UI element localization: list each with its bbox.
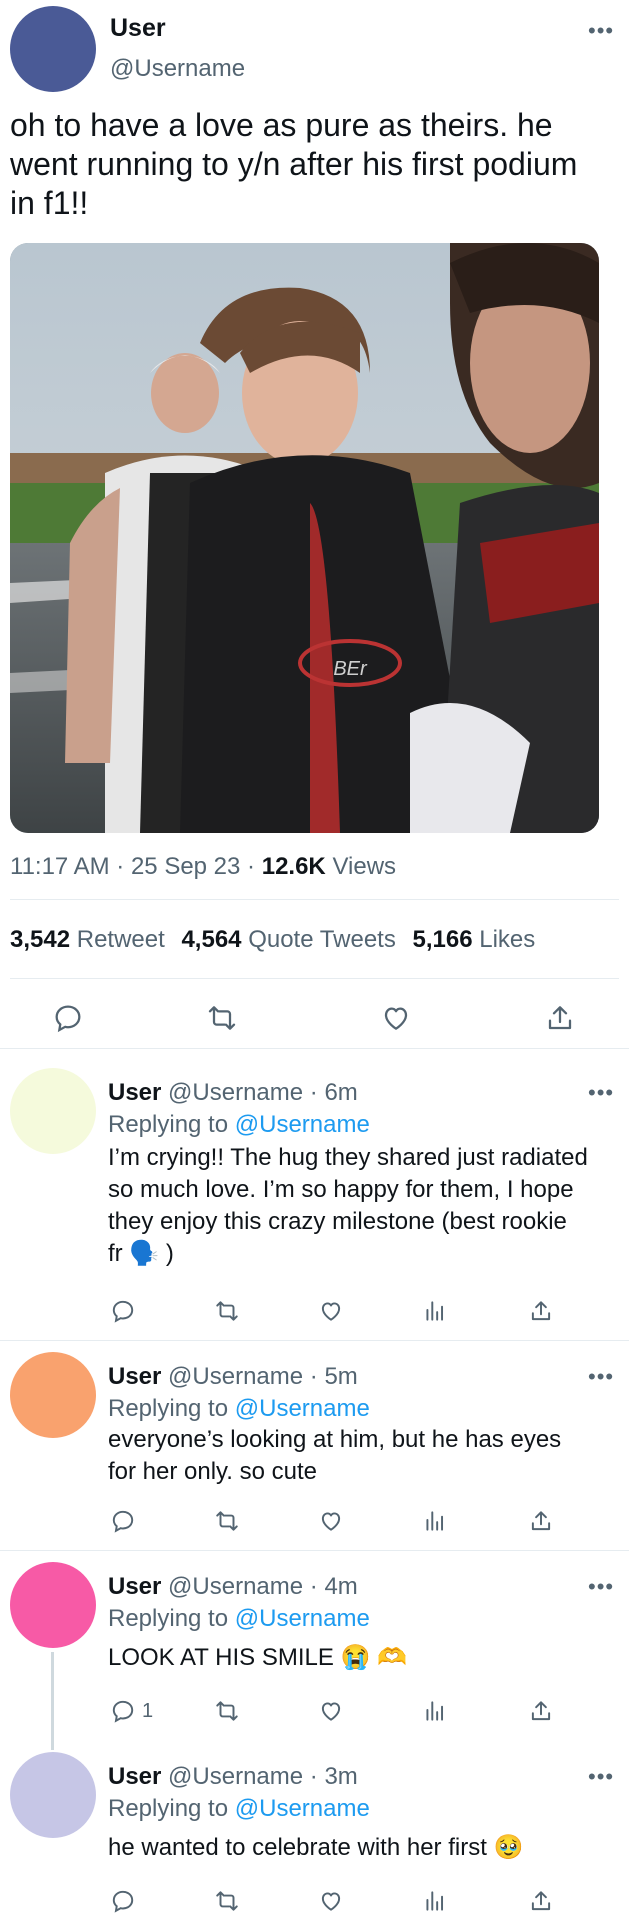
replying-to-label: Replying to (108, 1395, 229, 1422)
replying-to-line: Replying to @Username (108, 1794, 370, 1824)
quotes-label: Quote Tweets (248, 926, 396, 953)
reply-text: everyone’s looking at him, but he has ey… (108, 1426, 562, 1485)
divider (0, 1340, 629, 1341)
more-horizontal-icon[interactable]: ••• (588, 1082, 614, 1104)
views-label: Views (332, 853, 397, 880)
timestamp-text: 11:17 AM · 25 Sep 23 · (10, 853, 262, 880)
replying-to-line: Replying to @Username (108, 1604, 370, 1634)
replying-to-line: Replying to @Username (108, 1110, 370, 1140)
retweet-icon[interactable] (214, 1698, 240, 1724)
reply-avatar[interactable] (10, 1068, 96, 1154)
retweet-icon[interactable] (214, 1888, 240, 1914)
reply-avatar[interactable] (10, 1752, 96, 1838)
retweets-label: Retweet (76, 926, 165, 953)
retweet-icon[interactable] (214, 1508, 240, 1534)
heart-icon[interactable] (318, 1508, 344, 1534)
divider (10, 978, 619, 979)
main-display-name[interactable]: User (110, 14, 166, 43)
replying-to-line: Replying to @Username (108, 1394, 370, 1424)
photo-logo-text: BEr (333, 658, 368, 680)
replying-to-label: Replying to (108, 1605, 229, 1632)
retweets-count: 3,542 (10, 926, 71, 953)
tweet-text: oh to have a love as pure as theirs. he … (10, 107, 578, 221)
reply-text: LOOK AT HIS SMILE 😭 🫶 (108, 1644, 407, 1671)
reply-display-name[interactable]: User (108, 1573, 161, 1600)
more-horizontal-icon[interactable]: ••• (588, 20, 614, 42)
reply-handle[interactable]: @Username (168, 1763, 303, 1790)
replying-to-label: Replying to (108, 1795, 229, 1822)
quotes-stat[interactable]: 4,564 Quote Tweets (181, 926, 402, 953)
reply-text: he wanted to celebrate with her first 🥹 (108, 1834, 524, 1861)
heart-icon[interactable] (318, 1698, 344, 1724)
reply-header: User @Username · 5m (108, 1362, 358, 1392)
retweets-stat[interactable]: 3,542 Retweet (10, 926, 171, 953)
replying-to-handle[interactable]: @Username (235, 1605, 370, 1632)
replying-to-handle[interactable]: @Username (235, 1111, 370, 1138)
reply-display-name[interactable]: User (108, 1079, 161, 1106)
main-avatar[interactable] (10, 6, 96, 92)
tweet-stats: 3,542 Retweet 4,564 Quote Tweets 5,166 L… (10, 926, 535, 954)
heart-icon[interactable] (318, 1298, 344, 1324)
reply-handle[interactable]: @Username (168, 1363, 303, 1390)
reply-header: User @Username · 3m (108, 1762, 358, 1792)
reply-time[interactable]: · 3m (310, 1763, 358, 1790)
reply-bubble-icon[interactable] (110, 1698, 136, 1724)
share-icon[interactable] (544, 1002, 576, 1034)
divider (0, 1550, 629, 1551)
reply-time[interactable]: · 6m (310, 1079, 358, 1106)
views-bar-chart-icon[interactable] (422, 1298, 448, 1324)
more-horizontal-icon[interactable]: ••• (588, 1366, 614, 1388)
tweet-photo[interactable]: BEr (10, 243, 599, 833)
share-icon[interactable] (528, 1698, 554, 1724)
reply-bubble-icon[interactable] (110, 1298, 136, 1324)
reply-handle[interactable]: @Username (168, 1573, 303, 1600)
likes-label: Likes (479, 926, 536, 953)
tweet-timestamp[interactable]: 11:17 AM · 25 Sep 23 · 12.6K Views (10, 853, 396, 881)
main-handle[interactable]: @Username (110, 55, 245, 83)
views-bar-chart-icon[interactable] (422, 1508, 448, 1534)
reply-count: 1 (142, 1700, 154, 1722)
views-bar-chart-icon[interactable] (422, 1888, 448, 1914)
reply-bubble-icon[interactable] (110, 1508, 136, 1534)
reply-header: User @Username · 4m (108, 1572, 358, 1602)
reply-time[interactable]: · 5m (310, 1363, 358, 1390)
views-bar-chart-icon[interactable] (422, 1698, 448, 1724)
reply-header: User @Username · 6m (108, 1078, 358, 1108)
reply-display-name[interactable]: User (108, 1363, 161, 1390)
quotes-count: 4,564 (181, 926, 242, 953)
reply-text: I’m crying!! The hug they shared just ra… (108, 1144, 588, 1267)
divider (10, 899, 619, 900)
replying-to-handle[interactable]: @Username (235, 1395, 370, 1422)
photo-illustration: BEr (10, 243, 599, 833)
reply-avatar[interactable] (10, 1352, 96, 1438)
heart-icon[interactable] (318, 1888, 344, 1914)
replying-to-handle[interactable]: @Username (235, 1795, 370, 1822)
retweet-icon[interactable] (206, 1002, 238, 1034)
divider (0, 1048, 629, 1049)
heart-icon[interactable] (380, 1002, 412, 1034)
more-horizontal-icon[interactable]: ••• (588, 1766, 614, 1788)
likes-count: 5,166 (412, 926, 473, 953)
share-icon[interactable] (528, 1888, 554, 1914)
share-icon[interactable] (528, 1508, 554, 1534)
likes-stat[interactable]: 5,166 Likes (413, 926, 536, 953)
reply-display-name[interactable]: User (108, 1763, 161, 1790)
reply-bubble-icon[interactable] (52, 1002, 84, 1034)
retweet-icon[interactable] (214, 1298, 240, 1324)
views-count: 12.6K (261, 853, 326, 880)
reply-time[interactable]: · 4m (310, 1573, 358, 1600)
replying-to-label: Replying to (108, 1111, 229, 1138)
thread-connector-line (51, 1652, 54, 1750)
reply-avatar[interactable] (10, 1562, 96, 1648)
more-horizontal-icon[interactable]: ••• (588, 1576, 614, 1598)
reply-bubble-icon[interactable] (110, 1888, 136, 1914)
share-icon[interactable] (528, 1298, 554, 1324)
reply-handle[interactable]: @Username (168, 1079, 303, 1106)
